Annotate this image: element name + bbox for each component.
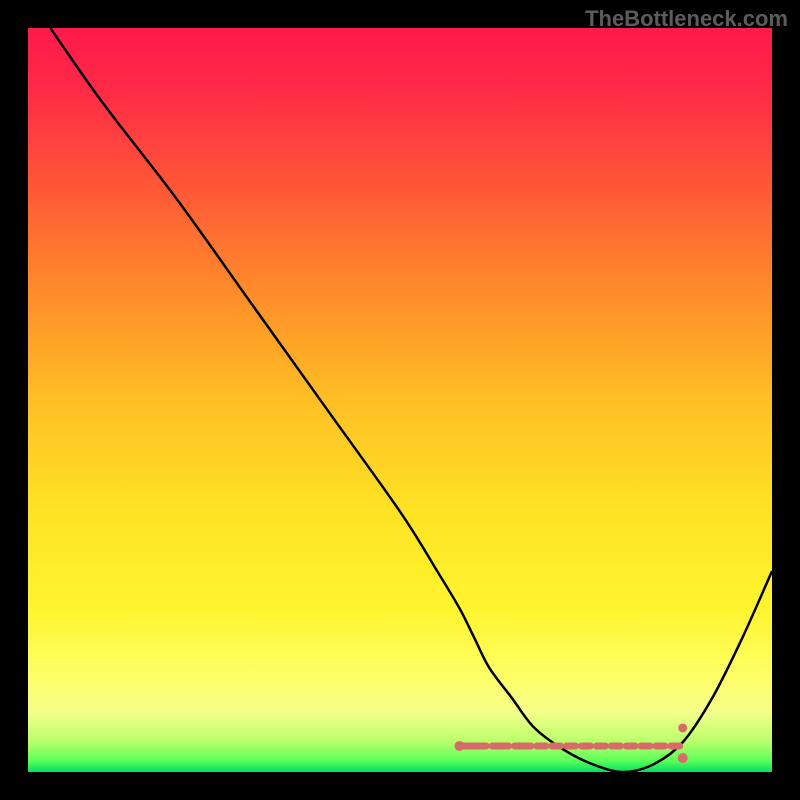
bottleneck-curve (50, 28, 772, 772)
optimal-range-markers (455, 723, 688, 763)
chart-plot-area (28, 28, 772, 772)
chart-curve-layer (28, 28, 772, 772)
watermark-text: TheBottleneck.com (585, 6, 788, 32)
